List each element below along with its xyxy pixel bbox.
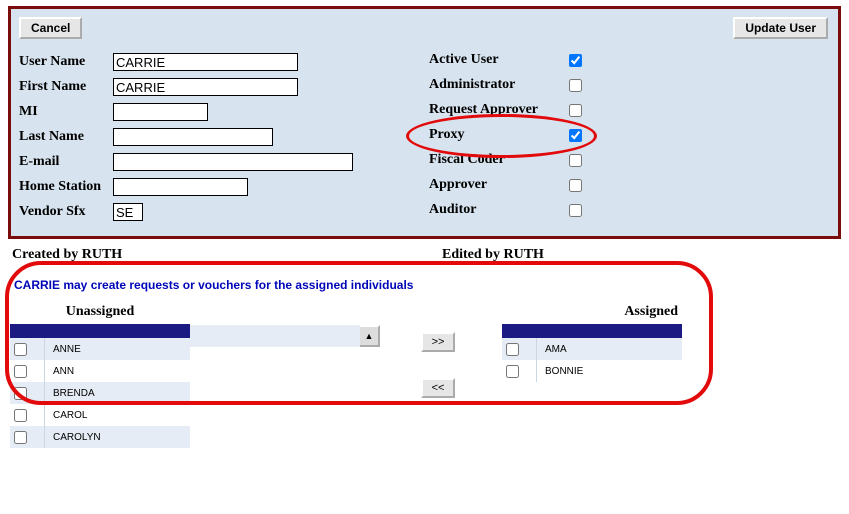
active-user-checkbox[interactable] xyxy=(569,54,582,67)
list-item-checkbox[interactable] xyxy=(14,365,27,378)
list-item[interactable]: BRENDA xyxy=(10,382,190,404)
fiscal-coder-checkbox[interactable] xyxy=(569,154,582,167)
proxy-checkbox[interactable] xyxy=(569,129,582,142)
list-item-checkbox[interactable] xyxy=(14,387,27,400)
list-item[interactable]: CAROL xyxy=(10,404,190,426)
scroll-up-button[interactable]: ▲ xyxy=(358,325,380,347)
mi-input[interactable] xyxy=(113,103,208,121)
list-item-checkbox[interactable] xyxy=(506,365,519,378)
list-item[interactable]: CAROLYN xyxy=(10,426,190,448)
label-active-user: Active User xyxy=(429,52,569,68)
label-fiscal-coder: Fiscal Coder xyxy=(429,152,569,168)
role-checkboxes: Active User Administrator Request Approv… xyxy=(429,49,582,226)
label-user-name: User Name xyxy=(19,54,113,70)
auditor-checkbox[interactable] xyxy=(569,204,582,217)
edited-by-value: RUTH xyxy=(503,247,543,262)
list-item-name: AMA xyxy=(545,344,567,355)
label-administrator: Administrator xyxy=(429,77,569,93)
list-item-checkbox[interactable] xyxy=(14,409,27,422)
label-request-approver: Request Approver xyxy=(429,102,569,118)
label-proxy: Proxy xyxy=(429,127,569,143)
last-name-input[interactable] xyxy=(113,128,273,146)
list-item[interactable]: AMA xyxy=(502,338,682,360)
user-fields: User Name First Name MI Last Name E-mail… xyxy=(19,49,409,226)
cancel-button[interactable]: Cancel xyxy=(19,17,82,39)
administrator-checkbox[interactable] xyxy=(569,79,582,92)
unassigned-header-bar xyxy=(10,324,190,338)
email-input[interactable] xyxy=(113,153,353,171)
move-buttons: >> << xyxy=(378,304,498,424)
label-auditor: Auditor xyxy=(429,202,569,218)
update-user-button[interactable]: Update User xyxy=(733,17,828,39)
list-item-name: CAROL xyxy=(53,410,87,421)
created-by-label: Created by xyxy=(12,247,82,262)
assigned-header-bar xyxy=(502,324,682,338)
list-item-name: ANN xyxy=(53,366,74,377)
assignment-heading: CARRIE may create requests or vouchers f… xyxy=(10,271,710,304)
move-left-button[interactable]: << xyxy=(421,378,455,398)
label-mi: MI xyxy=(19,104,113,120)
move-right-button[interactable]: >> xyxy=(421,332,455,352)
list-item-checkbox[interactable] xyxy=(506,343,519,356)
list-item-name: BONNIE xyxy=(545,366,583,377)
list-item-name: BRENDA xyxy=(53,388,95,399)
unassigned-column: Unassigned ANNE ANN BRENDA CAROL CAROLYN xyxy=(10,304,190,448)
unassigned-title: Unassigned xyxy=(10,304,190,320)
list-item[interactable]: ANN xyxy=(10,360,190,382)
list-item-name: ANNE xyxy=(53,344,81,355)
assignment-section: CARRIE may create requests or vouchers f… xyxy=(10,271,710,448)
label-approver: Approver xyxy=(429,177,569,193)
label-last-name: Last Name xyxy=(19,129,113,145)
list-item[interactable]: BONNIE xyxy=(502,360,682,382)
label-vendor-sfx: Vendor Sfx xyxy=(19,204,113,220)
triangle-up-icon: ▲ xyxy=(365,331,374,341)
list-item-checkbox[interactable] xyxy=(14,343,27,356)
label-home-station: Home Station xyxy=(19,179,113,195)
list-item[interactable]: ANNE xyxy=(10,338,190,360)
assigned-title: Assigned xyxy=(502,304,682,320)
user-form-panel: Cancel Update User User Name First Name … xyxy=(8,6,841,239)
request-approver-checkbox[interactable] xyxy=(569,104,582,117)
label-email: E-mail xyxy=(19,154,113,170)
user-name-input[interactable] xyxy=(113,53,298,71)
approver-checkbox[interactable] xyxy=(569,179,582,192)
vendor-sfx-input[interactable] xyxy=(113,203,143,221)
edited-by-label: Edited by xyxy=(442,247,503,262)
unassigned-side-panel xyxy=(190,304,360,347)
list-item-checkbox[interactable] xyxy=(14,431,27,444)
home-station-input[interactable] xyxy=(113,178,248,196)
label-first-name: First Name xyxy=(19,79,113,95)
assigned-column: Assigned AMA BONNIE xyxy=(502,304,682,382)
list-item-name: CAROLYN xyxy=(53,432,101,443)
audit-line: Created by RUTH Edited by RUTH xyxy=(12,247,837,263)
first-name-input[interactable] xyxy=(113,78,298,96)
created-by-value: RUTH xyxy=(82,247,122,262)
